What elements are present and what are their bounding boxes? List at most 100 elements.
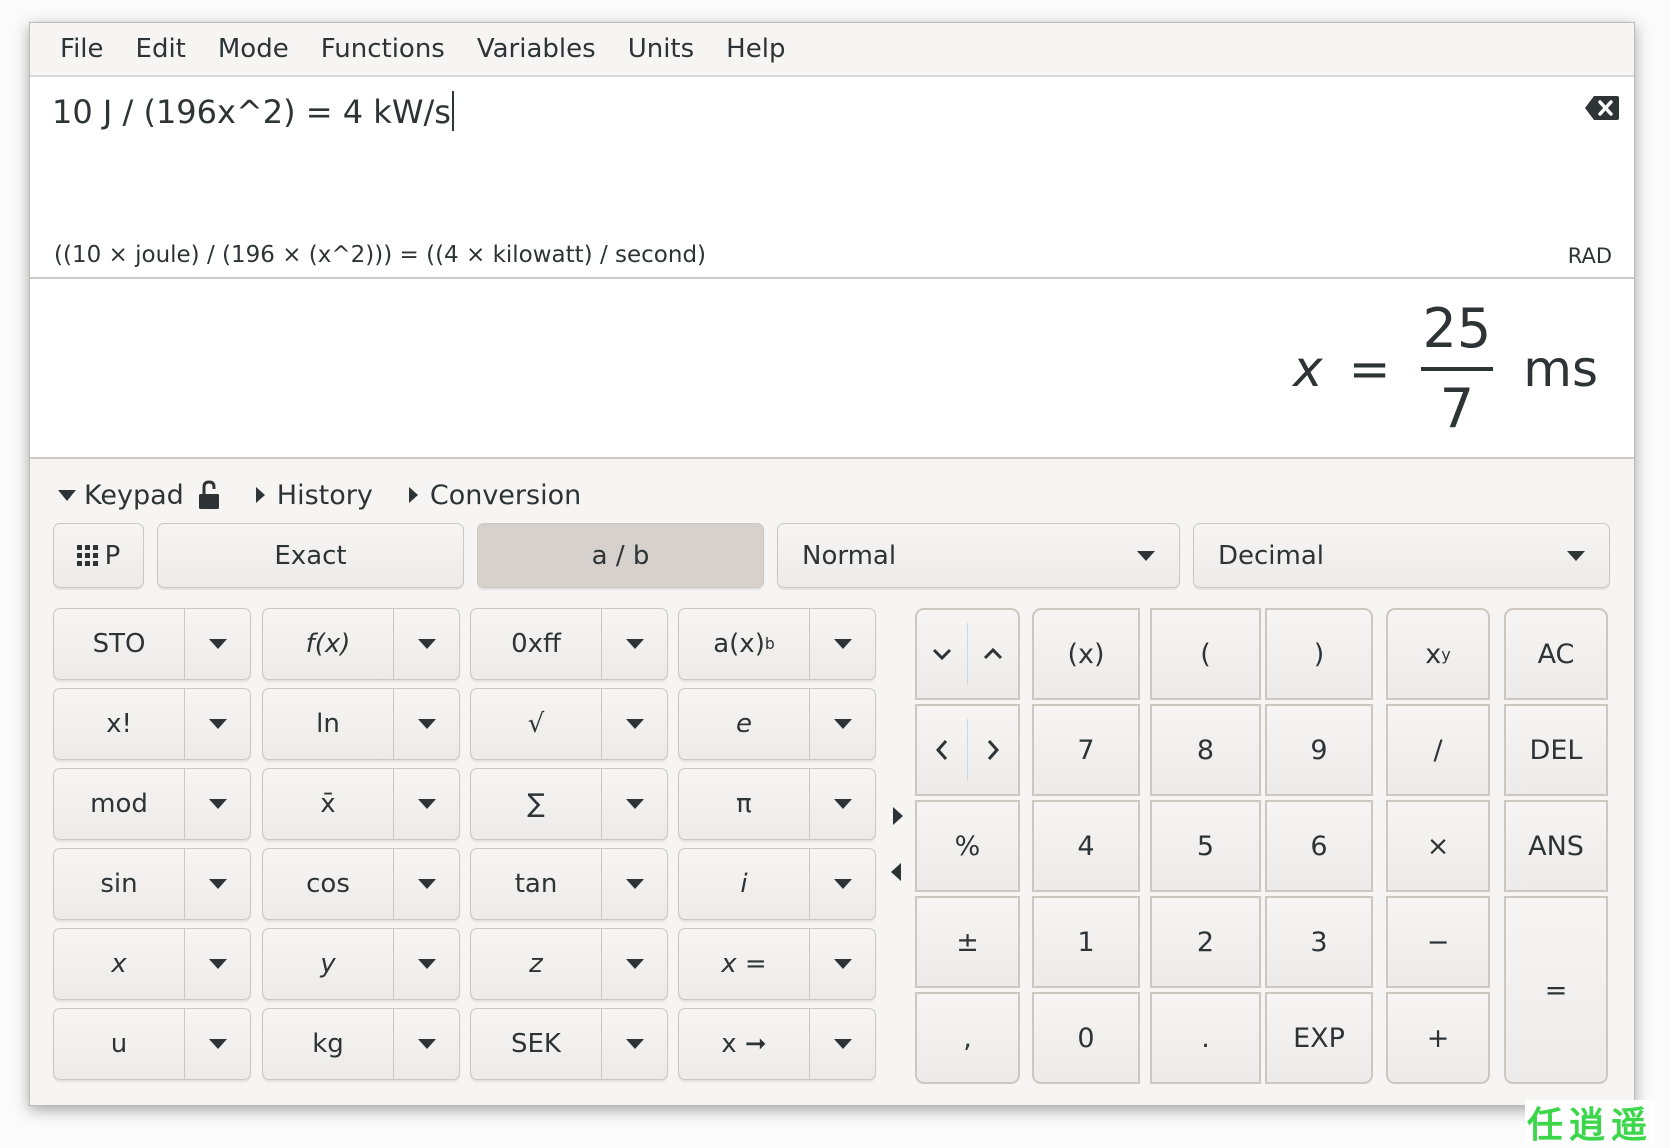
var-x-button[interactable]: x — [54, 929, 185, 999]
equals-button[interactable]: = — [1504, 896, 1608, 1084]
imaginary-i-menu-button[interactable] — [810, 849, 875, 919]
menu-variables[interactable]: Variables — [461, 34, 612, 64]
digit-6-button[interactable]: 6 — [1265, 800, 1373, 892]
convert-to-menu-button[interactable] — [810, 1009, 875, 1079]
ln-button[interactable]: ln — [263, 689, 394, 759]
digit-9-button[interactable]: 9 — [1265, 704, 1373, 796]
history-up-down-buttons[interactable] — [915, 608, 1020, 700]
polynomial-button[interactable]: a(x) b — [679, 609, 810, 679]
digit-7-button[interactable]: 7 — [1032, 704, 1140, 796]
digit-8-button[interactable]: 8 — [1150, 704, 1261, 796]
hex-button[interactable]: 0xff — [471, 609, 602, 679]
tan-button[interactable]: tan — [471, 849, 602, 919]
expression-input[interactable]: 10 J / (196x^2) = 4 kW/s — [52, 91, 454, 131]
menu-functions[interactable]: Functions — [305, 34, 461, 64]
cos-menu-button[interactable] — [394, 849, 459, 919]
factorial-button[interactable]: x! — [54, 689, 185, 759]
menu-edit[interactable]: Edit — [120, 34, 202, 64]
percent-button[interactable]: % — [915, 800, 1020, 892]
menu-units[interactable]: Units — [612, 34, 710, 64]
insert-x-button[interactable]: (x) — [1032, 608, 1140, 700]
exact-mode-button[interactable]: Exact — [157, 523, 464, 588]
function-button[interactable]: f(x) — [263, 609, 394, 679]
backspace-clear-icon[interactable] — [1584, 95, 1620, 121]
var-z-menu-button[interactable] — [602, 929, 667, 999]
unit-u-button[interactable]: u — [54, 1009, 185, 1079]
cursor-left-button[interactable] — [917, 706, 967, 794]
mod-menu-button[interactable] — [185, 769, 250, 839]
cursor-left-right-buttons[interactable] — [915, 704, 1020, 796]
var-z-button[interactable]: z — [471, 929, 602, 999]
digit-0-button[interactable]: 0 — [1032, 992, 1140, 1084]
function-menu-button[interactable] — [394, 609, 459, 679]
keypad-expander[interactable]: Keypad — [58, 480, 220, 511]
sto-menu-button[interactable] — [185, 609, 250, 679]
plus-minus-button[interactable]: ± — [915, 896, 1020, 988]
sqrt-button[interactable]: √ — [471, 689, 602, 759]
power-button[interactable]: xy — [1386, 608, 1490, 700]
history-expander[interactable]: History — [255, 480, 373, 511]
programming-keypad-button[interactable]: P — [53, 523, 144, 588]
sum-menu-button[interactable] — [602, 769, 667, 839]
digit-2-button[interactable]: 2 — [1150, 896, 1261, 988]
unit-kg-button[interactable]: kg — [263, 1009, 394, 1079]
var-x-menu-button[interactable] — [185, 929, 250, 999]
open-paren-button[interactable]: ( — [1150, 608, 1261, 700]
mean-menu-button[interactable] — [394, 769, 459, 839]
expand-right-arrow-icon[interactable] — [893, 807, 903, 825]
unit-kg-menu-button[interactable] — [394, 1009, 459, 1079]
digit-3-button[interactable]: 3 — [1265, 896, 1373, 988]
multiply-button[interactable]: × — [1386, 800, 1490, 892]
divide-button[interactable]: / — [1386, 704, 1490, 796]
digit-1-button[interactable]: 1 — [1032, 896, 1140, 988]
comma-button[interactable]: , — [915, 992, 1020, 1084]
var-y-menu-button[interactable] — [394, 929, 459, 999]
menu-file[interactable]: File — [44, 34, 120, 64]
currency-sek-button[interactable]: SEK — [471, 1009, 602, 1079]
all-clear-button[interactable]: AC — [1504, 608, 1608, 700]
sqrt-menu-button[interactable] — [602, 689, 667, 759]
digit-4-button[interactable]: 4 — [1032, 800, 1140, 892]
angle-unit-indicator[interactable]: RAD — [1568, 244, 1612, 268]
conversion-expander[interactable]: Conversion — [408, 480, 581, 511]
decimal-point-button[interactable]: . — [1150, 992, 1261, 1084]
pi-button[interactable]: π — [679, 769, 810, 839]
answer-button[interactable]: ANS — [1504, 800, 1608, 892]
plus-button[interactable]: + — [1386, 992, 1490, 1084]
pi-menu-button[interactable] — [810, 769, 875, 839]
euler-e-button[interactable]: e — [679, 689, 810, 759]
minus-button[interactable]: − — [1386, 896, 1490, 988]
unit-u-menu-button[interactable] — [185, 1009, 250, 1079]
ln-menu-button[interactable] — [394, 689, 459, 759]
polynomial-menu-button[interactable] — [810, 609, 875, 679]
history-down-button[interactable] — [917, 610, 967, 698]
cursor-right-button[interactable] — [968, 706, 1018, 794]
expression-input-area[interactable]: 10 J / (196x^2) = 4 kW/s — [30, 77, 1634, 237]
fraction-mode-toggle[interactable]: a / b — [477, 523, 764, 588]
collapse-left-arrow-icon[interactable] — [891, 863, 901, 881]
menu-help[interactable]: Help — [710, 34, 801, 64]
number-base-select[interactable]: Decimal — [1193, 523, 1610, 588]
solve-x-menu-button[interactable] — [810, 929, 875, 999]
mod-button[interactable]: mod — [54, 769, 185, 839]
convert-to-button[interactable]: x ➞ — [679, 1009, 810, 1079]
sto-button[interactable]: STO — [54, 609, 185, 679]
var-y-button[interactable]: y — [263, 929, 394, 999]
currency-sek-menu-button[interactable] — [602, 1009, 667, 1079]
sin-button[interactable]: sin — [54, 849, 185, 919]
history-up-button[interactable] — [968, 610, 1018, 698]
hex-menu-button[interactable] — [602, 609, 667, 679]
cos-button[interactable]: cos — [263, 849, 394, 919]
imaginary-i-button[interactable]: i — [679, 849, 810, 919]
tan-menu-button[interactable] — [602, 849, 667, 919]
sum-button[interactable]: ∑ — [471, 769, 602, 839]
close-paren-button[interactable]: ) — [1265, 608, 1373, 700]
delete-button[interactable]: DEL — [1504, 704, 1608, 796]
number-format-select[interactable]: Normal — [777, 523, 1180, 588]
unlocked-padlock-icon[interactable] — [198, 480, 220, 510]
euler-e-menu-button[interactable] — [810, 689, 875, 759]
sin-menu-button[interactable] — [185, 849, 250, 919]
solve-x-button[interactable]: x = — [679, 929, 810, 999]
factorial-menu-button[interactable] — [185, 689, 250, 759]
digit-5-button[interactable]: 5 — [1150, 800, 1261, 892]
